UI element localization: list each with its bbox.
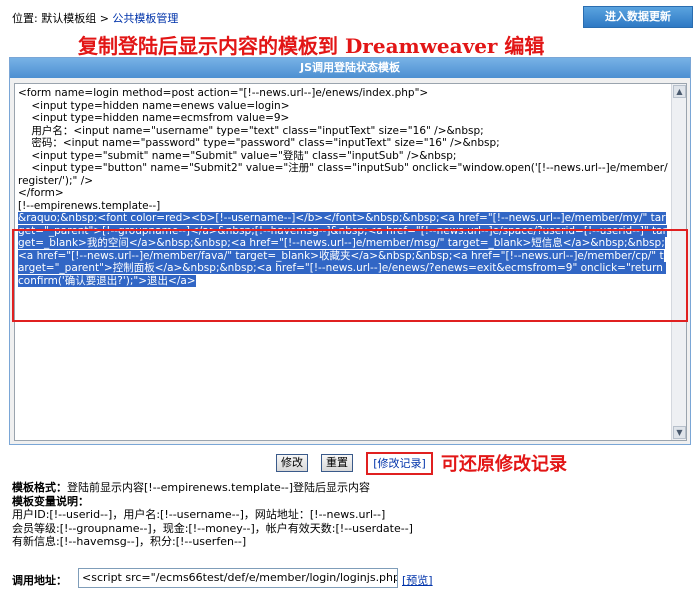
call-url-row: 调用地址： <script src="/ecms66test/def/e/mem… (12, 568, 692, 590)
breadcrumb: 位置: 默认模板组 > 公共模板管理 (12, 10, 178, 26)
modify-record-link[interactable]: [修改记录] (373, 457, 426, 470)
breadcrumb-link-public-templates[interactable]: 公共模板管理 (112, 12, 178, 25)
panel-header: JS调用登陆状态模板 (10, 58, 690, 78)
modify-button[interactable]: 修改 (276, 454, 308, 472)
top-bar: 位置: 默认模板组 > 公共模板管理 进入数据更新 (0, 0, 700, 30)
vars-line-2: 会员等级:[!--groupname--]，现金:[!--money--]，帐户… (12, 521, 413, 535)
action-bar: 修改 重置 [修改记录] 可还原修改记录 (0, 452, 700, 478)
selection-highlight-box (12, 229, 688, 322)
call-url-input[interactable]: <script src="/ecms66test/def/e/member/lo… (78, 568, 398, 588)
vars-line-3: 有新信息:[!--havemsg--]，积分:[!--userfen--] (12, 535, 247, 548)
url-label: 调用地址： (12, 574, 67, 587)
scroll-up-icon[interactable]: ▲ (673, 85, 686, 98)
scroll-down-icon[interactable]: ▼ (673, 426, 686, 439)
preview-link[interactable]: [预览] (402, 572, 433, 588)
restore-note: 可还原修改记录 (441, 454, 567, 475)
template-info: 模板格式：登陆前显示内容[!--empirenews.template--]登陆… (12, 481, 692, 549)
vars-label: 模板变量说明： (12, 494, 89, 508)
annotation-title: 复制登陆后显示内容的模板到 Dreamweaver 编辑 (78, 34, 545, 58)
record-highlight-box: [修改记录] (366, 452, 433, 475)
breadcrumb-prefix: 位置: 默认模板组 > (12, 12, 113, 25)
code-unselected: <form name=login method=post action="[!-… (18, 87, 668, 212)
reset-button[interactable]: 重置 (321, 454, 353, 472)
format-text: 登陆前显示内容[!--empirenews.template--]登陆后显示内容 (67, 481, 371, 494)
format-label: 模板格式： (12, 481, 67, 494)
data-update-button[interactable]: 进入数据更新 (583, 6, 693, 28)
vars-line-1: 用户ID:[!--userid--]，用户名:[!--username--]，网… (12, 508, 386, 521)
